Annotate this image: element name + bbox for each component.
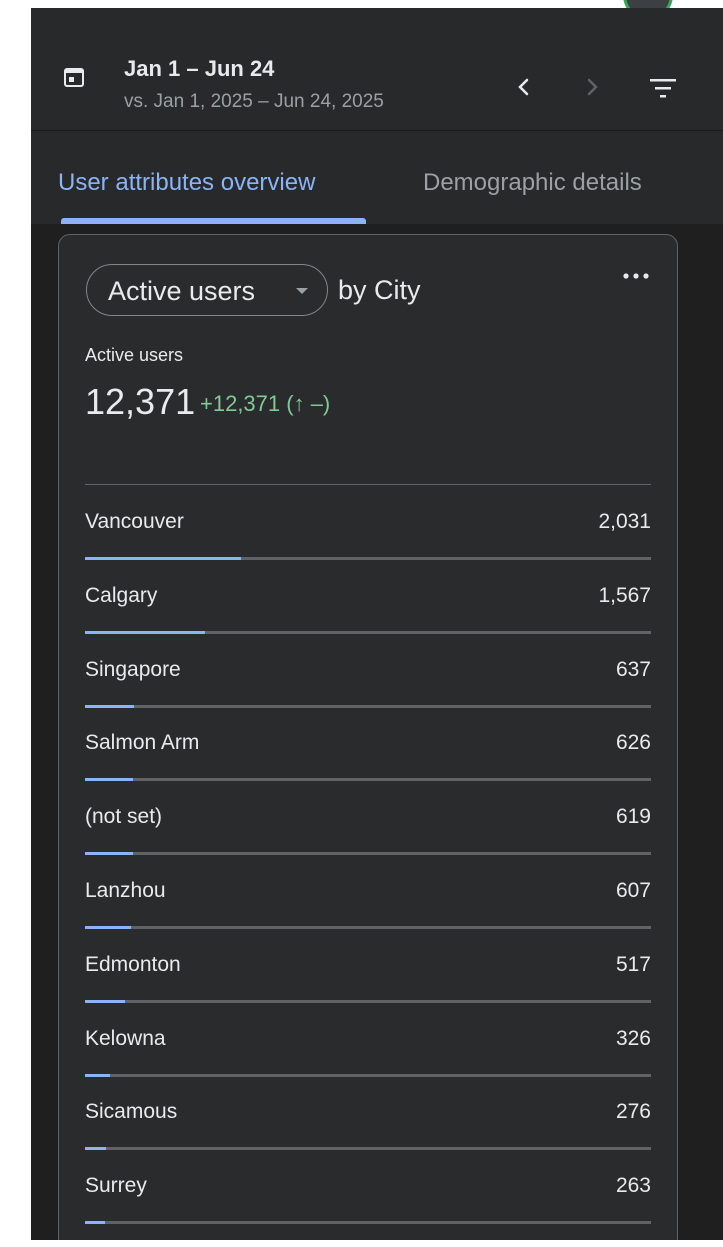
city-value: 619 xyxy=(615,805,651,829)
tab-demographic-details[interactable]: Demographic details xyxy=(423,169,642,197)
city-name: Calgary xyxy=(85,583,158,607)
share-bar-fill xyxy=(85,1221,106,1225)
tab-user-attributes-overview[interactable]: User attributes overview xyxy=(58,169,315,197)
city-value: 2,031 xyxy=(598,510,651,533)
city-value: 263 xyxy=(615,1174,651,1198)
city-value: 1,567 xyxy=(598,583,651,607)
city-users-card: Active users by City Active users 12,371… xyxy=(58,234,678,1240)
city-value: 607 xyxy=(615,878,651,902)
chevron-right-icon[interactable] xyxy=(577,72,607,102)
filter-icon[interactable] xyxy=(649,76,677,100)
city-row[interactable]: Vancouver 2,031 xyxy=(85,485,651,560)
city-value: 517 xyxy=(615,952,651,976)
kpi-delta: +12,371 (↑ –) xyxy=(200,391,331,416)
status-strip xyxy=(31,0,723,8)
city-name: Kelowna xyxy=(85,1026,166,1050)
city-name: Vancouver xyxy=(85,510,184,533)
city-value: 326 xyxy=(615,1026,651,1050)
dimension-label: by City xyxy=(338,275,421,305)
city-name: Lanzhou xyxy=(85,878,166,902)
city-value: 637 xyxy=(615,657,651,681)
caret-down-icon xyxy=(296,288,308,294)
city-value: 626 xyxy=(615,731,651,755)
tab-bar: User attributes overview Demographic det… xyxy=(31,130,723,224)
calendar-icon[interactable] xyxy=(63,66,85,88)
city-row[interactable]: (not set) 619 xyxy=(85,780,651,856)
metric-select-label: Active users xyxy=(108,276,256,306)
kpi-label: Active users xyxy=(85,345,184,365)
city-list: Vancouver 2,031 Calgary 1,567 Singapore 637 Sa… xyxy=(85,485,651,1225)
share-bar-track xyxy=(85,1221,651,1225)
city-row[interactable]: Surrey 263 xyxy=(85,1149,651,1225)
more-options-icon[interactable] xyxy=(622,272,650,280)
city-name: Salmon Arm xyxy=(85,731,200,755)
city-row[interactable]: Salmon Arm 626 xyxy=(85,706,651,782)
city-row[interactable]: Sicamous 276 xyxy=(85,1075,651,1151)
active-tab-indicator xyxy=(61,218,366,224)
date-range-header: Jan 1 – Jun 24 vs. Jan 1, 2025 – Jun 24,… xyxy=(31,8,723,130)
city-row[interactable]: Singapore 637 xyxy=(85,633,651,708)
city-row[interactable]: Calgary 1,567 xyxy=(85,559,651,634)
chevron-left-icon[interactable] xyxy=(509,72,539,102)
city-row[interactable]: Kelowna 326 xyxy=(85,1002,651,1077)
city-name: Surrey xyxy=(85,1174,147,1198)
city-row[interactable]: Lanzhou 607 xyxy=(85,854,651,929)
date-range[interactable]: Jan 1 – Jun 24 xyxy=(124,56,274,82)
city-row[interactable]: Edmonton 517 xyxy=(85,928,651,1003)
city-name: Sicamous xyxy=(85,1100,178,1124)
city-name: (not set) xyxy=(85,805,163,829)
city-name: Singapore xyxy=(85,657,181,681)
kpi-value: 12,371 xyxy=(85,381,196,422)
city-name: Edmonton xyxy=(85,952,181,976)
app-screen: Jan 1 – Jun 24 vs. Jan 1, 2025 – Jun 24,… xyxy=(31,0,723,1240)
metric-select[interactable]: Active users xyxy=(86,264,328,316)
city-value: 276 xyxy=(615,1100,651,1124)
compare-range: vs. Jan 1, 2025 – Jun 24, 2025 xyxy=(124,91,384,112)
